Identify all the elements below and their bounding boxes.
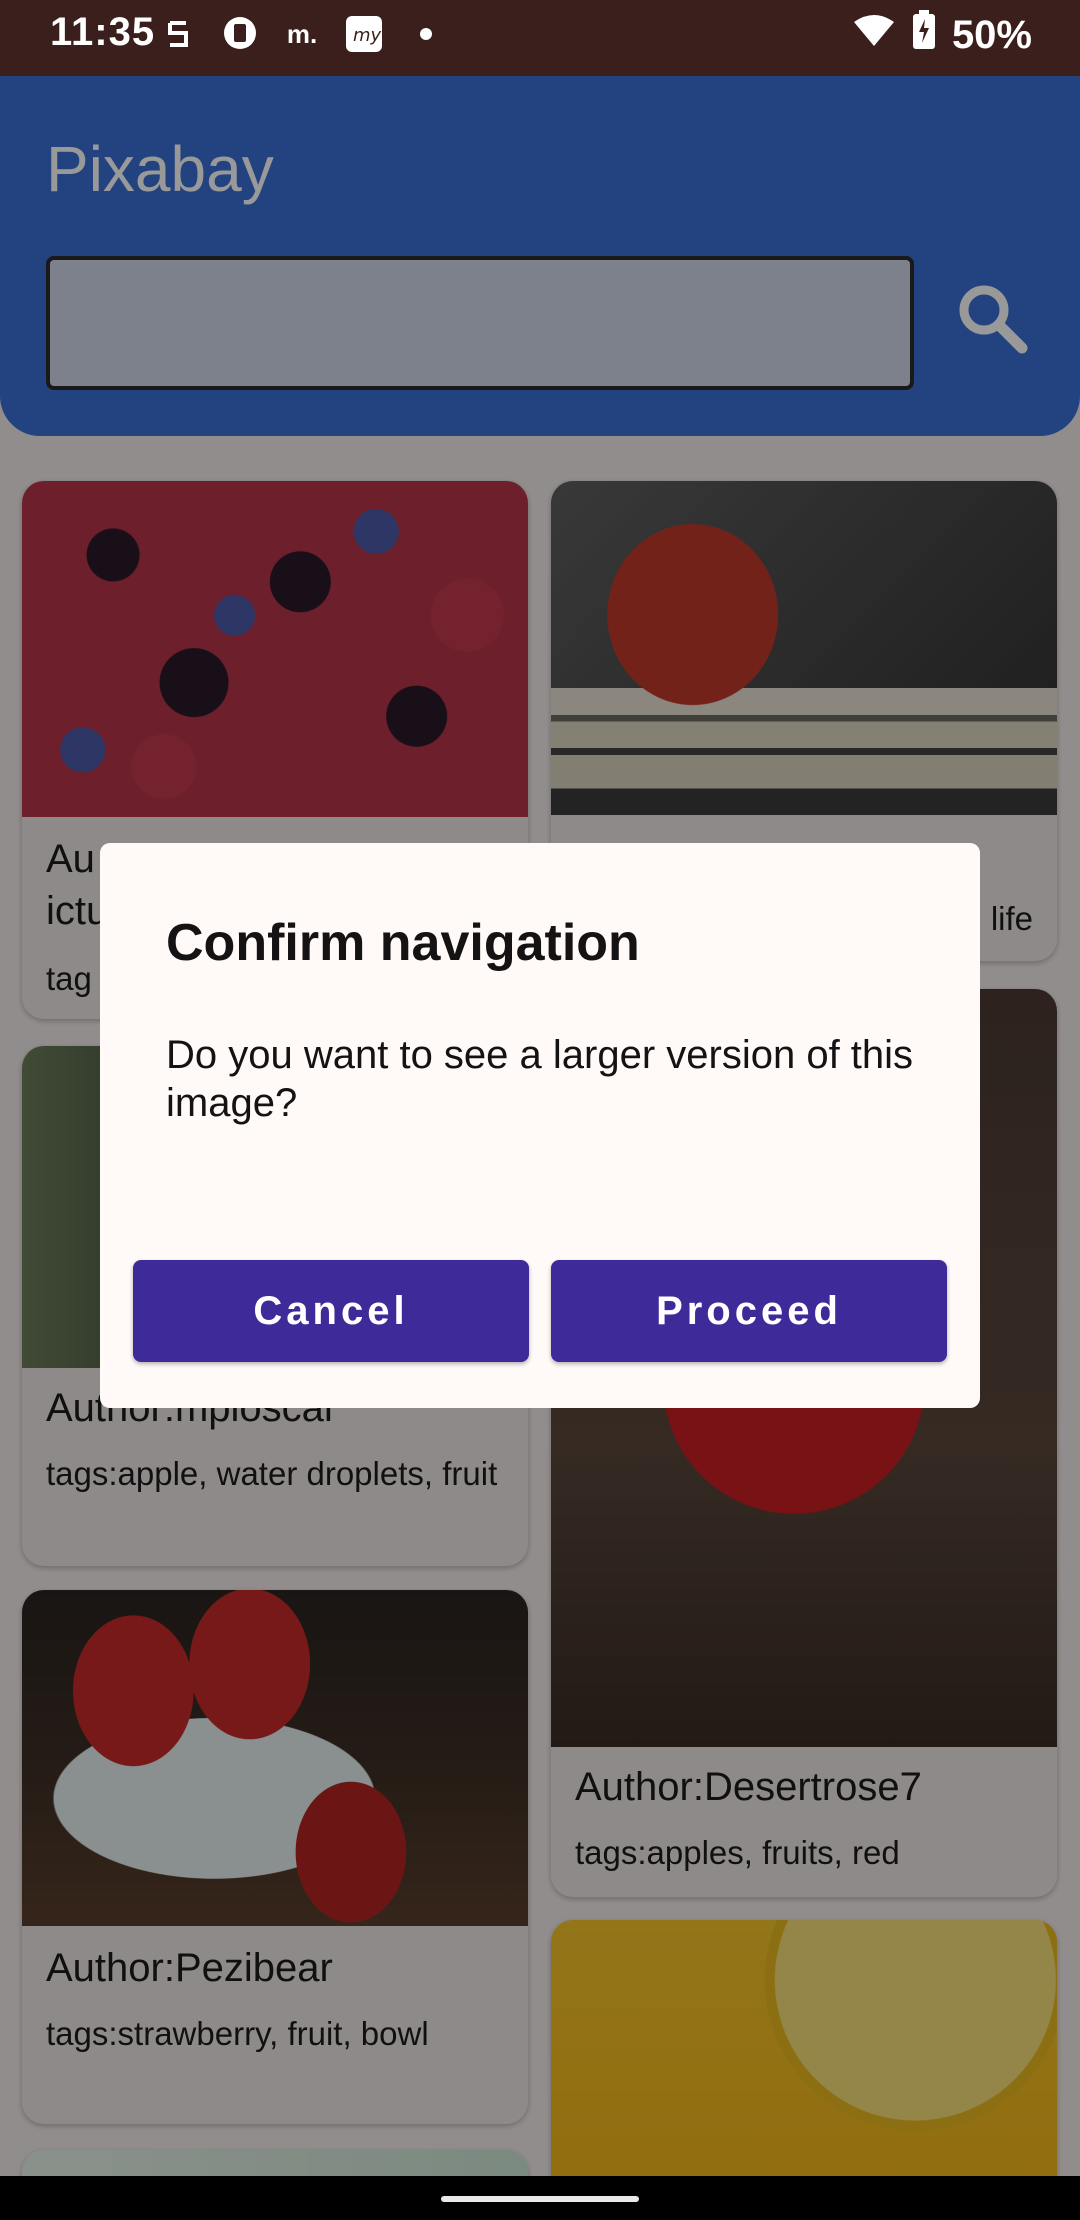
wifi-icon [852,13,896,58]
message-icon [220,14,260,54]
battery-percent: 50% [951,12,1032,57]
notification-icons: m. my [158,14,446,54]
confirm-dialog: Confirm navigation Do you want to see a … [100,843,980,1408]
cancel-button[interactable]: Cancel [133,1260,529,1362]
dialog-message: Do you want to see a larger version of t… [166,1033,914,1125]
status-bar: 11:35 m. my 50% [0,0,1080,76]
dot-icon [406,14,446,54]
sync-icon [158,14,198,54]
svg-text:my: my [353,25,382,46]
m-icon: m. [286,18,318,49]
dialog-title: Confirm navigation [166,914,640,972]
myntra-icon: my [344,14,384,54]
status-time: 11:35 [50,10,156,54]
battery-icon [912,10,936,60]
status-right: 50% [852,10,1032,60]
navigation-bar [0,2176,1080,2220]
home-gesture-handle[interactable] [441,2196,639,2202]
proceed-button[interactable]: Proceed [551,1260,947,1362]
